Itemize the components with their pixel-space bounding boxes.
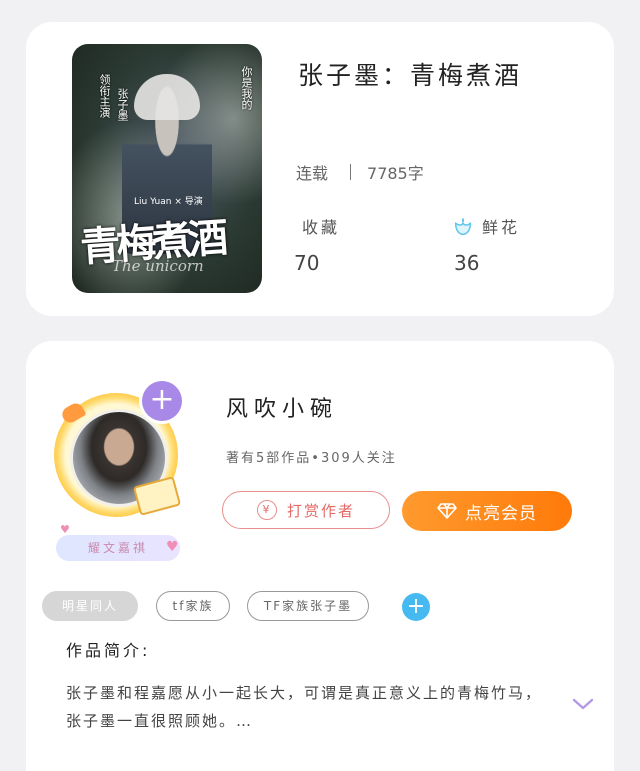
flowers-count: 36: [454, 251, 480, 275]
yen-icon: ¥: [256, 500, 277, 520]
author-avatar[interactable]: +: [46, 381, 206, 541]
book-title: 张子墨：青梅煮酒: [298, 61, 523, 90]
add-tag-plus-icon[interactable]: +: [402, 593, 430, 621]
cover-vertical-right: 你是我的: [240, 66, 253, 110]
intro-title: 作品简介:: [66, 641, 151, 660]
author-stats: 著有5部作品•309人关注: [226, 451, 397, 466]
cover-vertical-mid: 张子墨: [116, 88, 129, 121]
tag-item[interactable]: tf家族: [156, 591, 230, 621]
cover-vertical-left: 领衔主演: [98, 74, 111, 118]
tip-author-label: 打赏作者: [286, 501, 355, 520]
book-cover-image[interactable]: 领衔主演 张子墨 你是我的 Liu Yuan × 导演 青梅煮酒 The uni…: [72, 44, 262, 293]
author-card: + ♥ 耀文嘉祺 ♥ 风吹小碗 著有5部作品•309人关注 ¥ 打赏作者 点亮会…: [26, 341, 614, 771]
meta-divider: [350, 164, 352, 180]
flower-icon[interactable]: [452, 216, 474, 238]
chevron-down-icon[interactable]: [572, 697, 594, 711]
serial-status: 连载: [296, 164, 329, 183]
favorites-count: 70: [294, 251, 320, 275]
intro-text: 张子墨和程嘉愿从小一起长大，可谓是真正意义上的青梅竹马，张子墨一直很照顾她。…: [66, 684, 543, 730]
flowers-label: 鲜花: [482, 218, 521, 237]
tag-item[interactable]: TF家族张子墨: [247, 591, 369, 621]
activate-vip-label: 点亮会员: [465, 503, 537, 524]
book-info-card: 领衔主演 张子墨 你是我的 Liu Yuan × 导演 青梅煮酒 The uni…: [26, 22, 614, 316]
cover-director: Liu Yuan × 导演: [134, 197, 203, 207]
author-name[interactable]: 风吹小碗: [226, 391, 338, 423]
diamond-icon: [437, 503, 457, 519]
favorites-label: 收藏: [302, 218, 341, 237]
cover-english-title: The unicorn: [112, 257, 204, 275]
fan-badge: 耀文嘉祺: [56, 535, 180, 561]
follow-plus-icon[interactable]: +: [142, 381, 182, 421]
book-meta: 连载 7785字: [296, 160, 424, 184]
activate-vip-button[interactable]: 点亮会员: [402, 491, 572, 531]
word-count: 7785字: [367, 164, 424, 183]
heart-icon: ♥: [166, 539, 179, 555]
tip-author-button[interactable]: ¥ 打赏作者: [222, 491, 390, 529]
cover-figure-hair: [134, 74, 200, 120]
tag-item[interactable]: 明星同人: [42, 591, 138, 621]
